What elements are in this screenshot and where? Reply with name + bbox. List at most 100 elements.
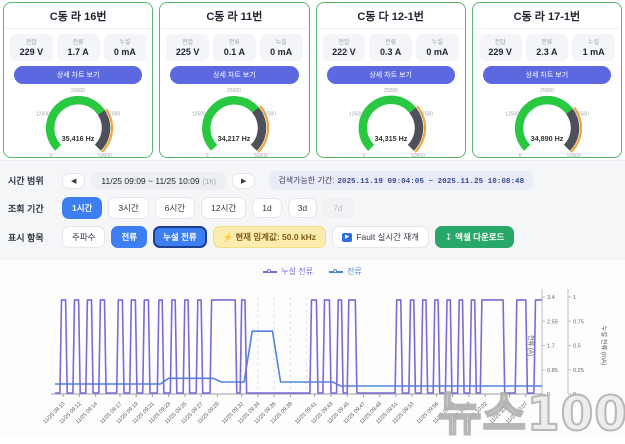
svg-text:1: 1	[573, 295, 576, 301]
svg-text:0: 0	[547, 392, 550, 398]
stat-voltage: 전압 222 V	[322, 34, 366, 61]
excel-button-label: 엑셀 다운로드	[455, 232, 505, 242]
period-button-6h[interactable]: 6시간	[154, 197, 196, 219]
svg-text:0: 0	[50, 153, 53, 158]
svg-text:0: 0	[206, 153, 209, 158]
line-series-icon	[328, 269, 343, 275]
threshold-badge: ⚡ 현재 임계값: 50.0 kHz	[212, 226, 327, 248]
stat-current: 전류 2.3 A	[525, 34, 569, 61]
svg-text:0.85: 0.85	[547, 368, 558, 374]
stat-leakage: 누설 0 mA	[259, 34, 303, 61]
period-button-3h[interactable]: 3시간	[108, 197, 149, 219]
svg-text:0.25: 0.25	[573, 368, 584, 374]
svg-text:25000: 25000	[384, 88, 398, 94]
excel-download-button[interactable]: ↧ 엑셀 다운로드	[435, 226, 515, 248]
device-card-2: C동 라 11번 전압 225 V 전류 0.1 A 누설 0 mA 상세 차트…	[159, 2, 310, 158]
stat-current: 전류 1.7 A	[56, 34, 100, 61]
fault-realtime-resume-button[interactable]: ▶ Fault 실시간 재개	[332, 226, 430, 248]
svg-text:25000: 25000	[540, 88, 554, 94]
svg-text:0.75: 0.75	[573, 319, 584, 325]
right-arrow-icon: ▶	[240, 177, 247, 185]
svg-text:34,890 Hz: 34,890 Hz	[530, 134, 563, 143]
device-title: C동 라 16번	[4, 3, 153, 29]
control-panel: 시간 범위 ◀ 11/25 09:09 ~ 11/25 10:09 (1h) ▶ …	[0, 160, 625, 260]
period-button-3d[interactable]: 3d	[287, 198, 318, 218]
svg-text:12500: 12500	[505, 112, 519, 118]
svg-text:25000: 25000	[227, 88, 241, 94]
time-range-display[interactable]: 11/25 09:09 ~ 11/25 10:09 (1h)	[91, 171, 226, 190]
detail-chart-button[interactable]: 상세 차트 보기	[14, 66, 143, 84]
prev-time-button[interactable]: ◀	[62, 172, 86, 189]
svg-text:12500: 12500	[36, 112, 50, 118]
legend-label: 전류	[346, 267, 362, 276]
device-card-1: C동 라 16번 전압 229 V 전류 1.7 A 누설 0 mA 상세 차트…	[3, 2, 154, 158]
display-items-row: 표시 항목 주파수 전류 누설 전류 ⚡ 현재 임계값: 50.0 kHz ▶ Fa…	[8, 226, 617, 248]
svg-text:25000: 25000	[71, 88, 85, 94]
period-button-12h[interactable]: 12시간	[201, 197, 247, 219]
chart-section: 누설 전류 전류 11/25 09:10 11/25 09:12 11/25 09:…	[0, 260, 625, 443]
svg-text:0: 0	[573, 392, 576, 398]
svg-text:37500: 37500	[419, 112, 433, 118]
svg-text:50000: 50000	[411, 153, 425, 158]
period-button-7d: 7d	[323, 198, 353, 218]
svg-text:50000: 50000	[98, 153, 112, 158]
time-range-duration: (1h)	[202, 176, 216, 186]
fault-button-label: Fault 실시간 재개	[356, 232, 420, 242]
period-button-1d[interactable]: 1d	[252, 198, 282, 218]
stat-leakage: 누설 1 mA	[572, 34, 615, 61]
searchable-period-value: 2025.11.19 09:04:05 ~ 2025.11.25 10:08:4…	[337, 178, 525, 186]
play-icon: ▶	[342, 232, 353, 242]
display-items-label: 표시 항목	[8, 232, 44, 243]
display-button-current[interactable]: 전류	[111, 226, 148, 248]
searchable-period-badge: 검색가능한 기간: 2025.11.19 09:04:05 ~ 2025.11.2…	[269, 171, 534, 190]
left-arrow-icon: ◀	[71, 177, 77, 185]
stat-row: 전압 229 V 전류 2.3 A 누설 1 mA	[473, 29, 621, 63]
stat-leakage: 누설 0 mA	[103, 34, 147, 61]
period-row: 조회 기간 1시간 3시간 6시간 12시간 1d 3d 7d	[8, 197, 617, 219]
svg-text:34,315 Hz: 34,315 Hz	[374, 134, 407, 143]
line-chart[interactable]: 11/25 09:1011/25 09:1211/25 09:14 11/25 0…	[0, 276, 625, 426]
stat-current: 전류 0.1 A	[213, 34, 256, 61]
svg-text:50000: 50000	[254, 153, 268, 158]
time-range-value: 11/25 09:09 ~ 11/25 10:09	[101, 175, 200, 186]
frequency-gauge: 0 12500 25000 37500 50000 34,890 Hz	[473, 84, 621, 158]
svg-text:누설 전류 (mA): 누설 전류 (mA)	[600, 326, 608, 366]
download-icon: ↧	[445, 232, 453, 242]
legend-item-current[interactable]: 전류	[328, 266, 362, 277]
frequency-gauge: 0 12500 25000 37500 50000 34,315 Hz	[317, 84, 465, 158]
detail-chart-button[interactable]: 상세 차트 보기	[482, 66, 611, 84]
period-button-1h[interactable]: 1시간	[62, 197, 103, 219]
device-title: C동 라 17-1번	[472, 3, 621, 29]
svg-text:50000: 50000	[567, 153, 581, 158]
frequency-gauge: 0 12500 25000 37500 50000 35,416 Hz	[4, 84, 152, 158]
stat-current: 전류 0.3 A	[369, 34, 412, 61]
line-series-icon	[263, 269, 278, 275]
legend-item-leakage-current[interactable]: 누설 전류	[263, 266, 313, 277]
svg-text:0: 0	[362, 153, 365, 158]
chart-legend: 누설 전류 전류	[0, 260, 625, 276]
svg-text:2.55: 2.55	[547, 319, 558, 325]
display-button-leakage-current[interactable]: 누설 전류	[153, 226, 207, 248]
svg-text:0.5: 0.5	[573, 344, 581, 350]
detail-chart-button[interactable]: 상세 차트 보기	[170, 66, 299, 84]
svg-text:1.7: 1.7	[547, 344, 555, 350]
device-card-3: C동 다 12-1번 전압 222 V 전류 0.3 A 누설 0 mA 상세 …	[315, 2, 466, 158]
device-card-4: C동 라 17-1번 전압 229 V 전류 2.3 A 누설 1 mA 상세 …	[471, 2, 622, 158]
display-button-frequency[interactable]: 주파수	[62, 226, 106, 248]
stat-row: 전압 229 V 전류 1.7 A 누설 0 mA	[4, 29, 152, 63]
stat-leakage: 누설 0 mA	[416, 34, 459, 61]
stat-voltage: 전압 229 V	[478, 34, 522, 61]
svg-text:34,217 Hz: 34,217 Hz	[218, 134, 251, 143]
legend-label: 누설 전류	[281, 267, 313, 276]
svg-text:3.4: 3.4	[547, 295, 555, 301]
device-title: C동 라 11번	[160, 3, 309, 29]
device-cards-row: C동 라 16번 전압 229 V 전류 1.7 A 누설 0 mA 상세 차트…	[0, 0, 625, 160]
next-time-button[interactable]: ▶	[231, 172, 256, 189]
detail-chart-button[interactable]: 상세 차트 보기	[326, 66, 455, 84]
time-range-row: 시간 범위 ◀ 11/25 09:09 ~ 11/25 10:09 (1h) ▶ …	[8, 171, 617, 190]
period-label: 조회 기간	[8, 203, 44, 214]
svg-text:37500: 37500	[575, 112, 589, 118]
stat-voltage: 전압 225 V	[166, 34, 209, 61]
lightning-icon: ⚡	[222, 232, 234, 242]
threshold-text: 현재 임계값: 50.0 kHz	[235, 232, 317, 242]
